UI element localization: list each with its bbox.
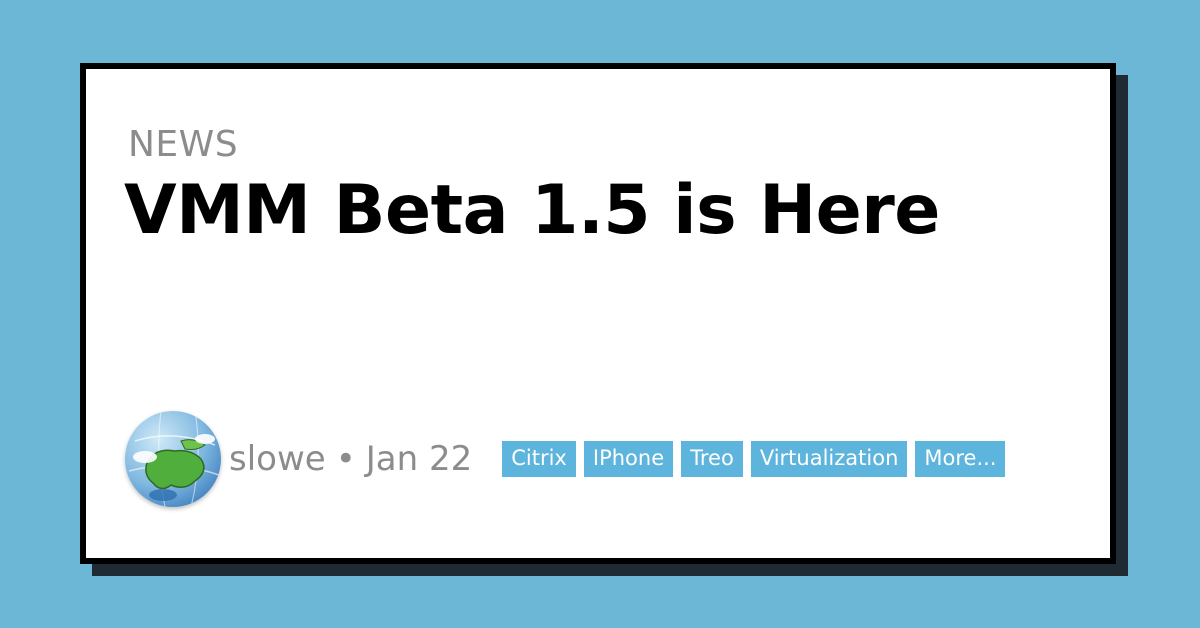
tag-citrix[interactable]: Citrix — [502, 441, 576, 477]
byline: slowe • Jan 22 — [229, 442, 472, 476]
globe-avatar-icon — [125, 411, 221, 507]
post-title[interactable]: VMM Beta 1.5 is Here — [124, 177, 940, 245]
author-name[interactable]: slowe — [229, 439, 326, 479]
tag-treo[interactable]: Treo — [681, 441, 743, 477]
tag-list: Citrix IPhone Treo Virtualization More..… — [502, 441, 1006, 477]
tag-more[interactable]: More... — [915, 441, 1006, 477]
post-card[interactable]: NEWS VMM Beta 1.5 is Here slowe • Jan 22… — [80, 63, 1116, 564]
tag-virtualization[interactable]: Virtualization — [750, 441, 908, 477]
byline-separator: • — [335, 439, 356, 479]
author-row: slowe • Jan 22 Citrix IPhone Treo Virtuali… — [125, 409, 1006, 509]
post-date: Jan 22 — [365, 439, 473, 479]
tag-iphone[interactable]: IPhone — [583, 441, 674, 477]
author-avatar[interactable] — [125, 411, 221, 507]
post-category: NEWS — [128, 124, 239, 165]
